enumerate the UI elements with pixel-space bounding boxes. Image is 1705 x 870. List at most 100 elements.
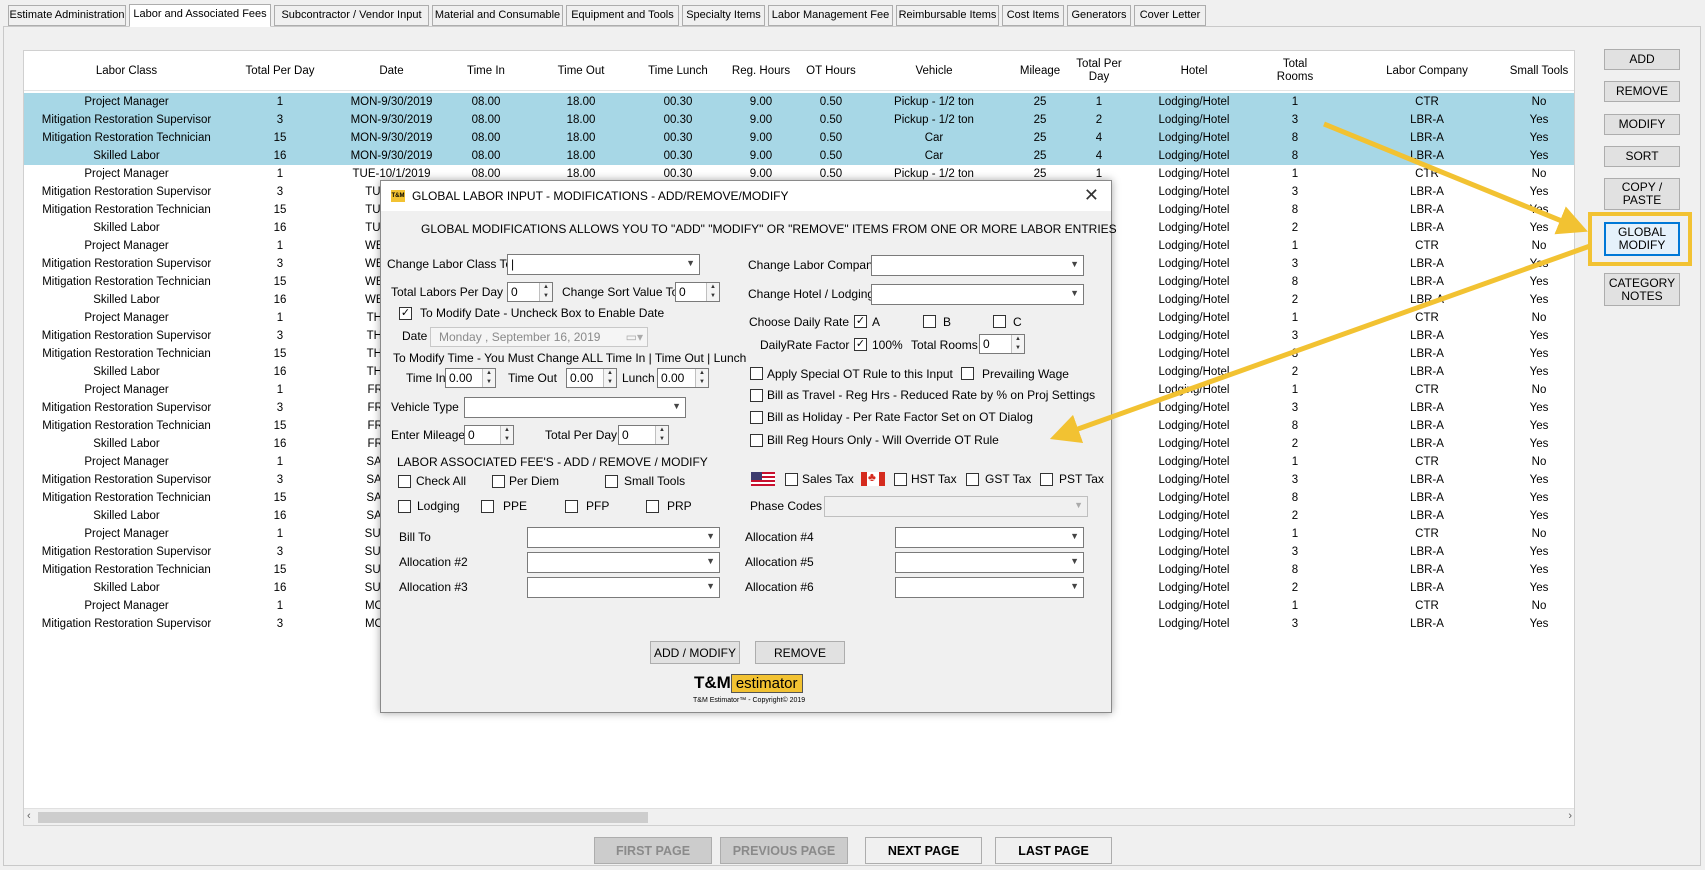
mileage-spinner[interactable]: 0 ▲ ▼ <box>464 425 514 445</box>
previous-page-button[interactable]: PREVIOUS PAGE <box>720 837 848 864</box>
ppe-checkbox[interactable] <box>481 500 494 513</box>
spinner-arrows-icon[interactable]: ▲ ▼ <box>539 283 552 301</box>
global-modify-button[interactable]: GLOBAL MODIFY <box>1604 222 1680 256</box>
dialog-remove-button[interactable]: REMOVE <box>755 641 845 664</box>
rate-c-checkbox[interactable] <box>993 315 1006 328</box>
rate-a-checkbox[interactable]: ✓ <box>854 315 867 328</box>
prevailing-wage-checkbox[interactable] <box>961 367 974 380</box>
modify-date-checkbox[interactable]: ✓ <box>399 307 412 320</box>
prp-checkbox[interactable] <box>646 500 659 513</box>
tab-labor-and-associated-fees[interactable]: Labor and Associated Fees <box>129 4 271 27</box>
total-labors-spinner[interactable]: 0 ▲ ▼ <box>507 282 553 302</box>
scroll-left-icon[interactable]: ‹ <box>27 810 31 822</box>
bill-to-combo[interactable]: ▼ <box>527 527 720 548</box>
last-page-button[interactable]: LAST PAGE <box>995 837 1112 864</box>
spinner-arrows-icon[interactable]: ▲ ▼ <box>706 283 719 301</box>
col-header-total-per-day-2[interactable]: Total Per Day <box>1074 51 1124 91</box>
table-row[interactable]: Skilled Labor 16 MON-9/30/2019 08.00 18.00 00… <box>24 147 1574 165</box>
sort-button[interactable]: SORT <box>1604 146 1680 167</box>
total-rooms-spinner[interactable]: 0 ▲ ▼ <box>979 334 1025 354</box>
pfp-checkbox[interactable] <box>565 500 578 513</box>
rate-factor-checkbox[interactable]: ✓ <box>854 338 867 351</box>
tab-cost-items[interactable]: Cost Items <box>1002 5 1064 26</box>
allocation2-combo[interactable]: ▼ <box>527 552 720 573</box>
col-header-mileage[interactable]: Mileage <box>1014 51 1066 91</box>
tab-estimate-administration[interactable]: Estimate Administration <box>8 5 126 26</box>
table-row[interactable]: Mitigation Restoration Supervisor 3 MON-9/… <box>24 111 1574 129</box>
scrollbar-thumb[interactable] <box>38 812 648 823</box>
table-row[interactable]: Mitigation Restoration Technician 15 MON-9… <box>24 129 1574 147</box>
labor-class-combo[interactable]: | ▼ <box>507 254 700 275</box>
special-ot-checkbox[interactable] <box>750 367 763 380</box>
bill-reg-checkbox[interactable] <box>750 434 763 447</box>
allocation5-combo[interactable]: ▼ <box>895 552 1084 573</box>
col-header-small-tools[interactable]: Small Tools <box>1504 51 1574 91</box>
tab-cover-letter[interactable]: Cover Letter <box>1134 5 1206 26</box>
col-header-ot-hours[interactable]: OT Hours <box>800 51 862 91</box>
copy-paste-button[interactable]: COPY / PASTE <box>1604 178 1680 210</box>
vehicle-type-combo[interactable]: ▼ <box>464 397 686 418</box>
col-header-time-in[interactable]: Time In <box>451 51 521 91</box>
sort-value-spinner[interactable]: 0 ▲ ▼ <box>675 282 720 302</box>
spinner-arrows-icon[interactable]: ▲ ▼ <box>482 369 495 387</box>
cell-reg-hours: 9.00 <box>749 150 773 162</box>
close-icon[interactable]: ✕ <box>1084 185 1099 206</box>
sales-tax-checkbox[interactable] <box>785 473 798 486</box>
modify-button[interactable]: MODIFY <box>1604 114 1680 135</box>
rate-b-checkbox[interactable] <box>923 315 936 328</box>
gst-tax-checkbox[interactable] <box>966 473 979 486</box>
scroll-right-icon[interactable]: › <box>1568 810 1572 822</box>
bill-holiday-checkbox[interactable] <box>750 411 763 424</box>
per-diem-checkbox[interactable] <box>492 475 505 488</box>
col-header-date[interactable]: Date <box>334 51 449 91</box>
date-picker[interactable]: Monday , September 16, 2019 ▭▾ <box>430 327 648 347</box>
bill-travel-checkbox[interactable] <box>750 389 763 402</box>
check-all-checkbox[interactable] <box>398 475 411 488</box>
col-header-labor-company[interactable]: Labor Company <box>1372 51 1482 91</box>
col-header-time-lunch[interactable]: Time Lunch <box>636 51 720 91</box>
col-header-time-out[interactable]: Time Out <box>544 51 618 91</box>
tab-generators[interactable]: Generators <box>1067 5 1131 26</box>
phase-codes-combo[interactable]: ▼ <box>824 496 1088 517</box>
col-header-reg-hours[interactable]: Reg. Hours <box>724 51 798 91</box>
lunch-spinner[interactable]: 0.00 ▲ ▼ <box>657 368 709 388</box>
next-page-button[interactable]: NEXT PAGE <box>865 837 982 864</box>
hotel-combo[interactable]: ▼ <box>871 284 1084 305</box>
spinner-arrows-icon[interactable]: ▲ ▼ <box>603 369 616 387</box>
time-out-spinner[interactable]: 0.00 ▲ ▼ <box>566 368 617 388</box>
spinner-arrows-icon[interactable]: ▲ ▼ <box>500 426 513 444</box>
allocation6-combo[interactable]: ▼ <box>895 577 1084 598</box>
remove-button[interactable]: REMOVE <box>1604 81 1680 102</box>
pst-tax-checkbox[interactable] <box>1040 473 1053 486</box>
table-row[interactable]: Project Manager 1 MON-9/30/2019 08.00 18.00 0… <box>24 93 1574 111</box>
time-in-spinner[interactable]: 0.00 ▲ ▼ <box>445 368 496 388</box>
lodging-checkbox[interactable] <box>398 500 411 513</box>
allocation4-combo[interactable]: ▼ <box>895 527 1084 548</box>
tab-labor-management-fee[interactable]: Labor Management Fee <box>768 5 893 26</box>
tab-equipment-and-tools[interactable]: Equipment and Tools <box>566 5 679 26</box>
labor-company-combo[interactable]: ▼ <box>871 255 1084 276</box>
spinner-arrows-icon[interactable]: ▲ ▼ <box>1011 335 1024 353</box>
small-tools-checkbox[interactable] <box>605 475 618 488</box>
allocation3-combo[interactable]: ▼ <box>527 577 720 598</box>
tab-specialty-items[interactable]: Specialty Items <box>682 5 765 26</box>
total-per-day-spinner[interactable]: 0 ▲ ▼ <box>618 425 669 445</box>
spinner-arrows-icon[interactable]: ▲ ▼ <box>695 369 708 387</box>
add-modify-button[interactable]: ADD / MODIFY <box>650 641 740 664</box>
col-header-vehicle[interactable]: Vehicle <box>874 51 994 91</box>
category-notes-button[interactable]: CATEGORY NOTES <box>1604 273 1680 306</box>
tab-reimbursable-items[interactable]: Reimbursable Items <box>896 5 999 26</box>
first-page-button[interactable]: FIRST PAGE <box>594 837 712 864</box>
hst-tax-checkbox[interactable] <box>894 473 907 486</box>
cell-labor-class: Project Manager <box>84 528 169 540</box>
tab-subcontractor-vendor-input[interactable]: Subcontractor / Vendor Input <box>274 5 429 26</box>
col-header-hotel[interactable]: Hotel <box>1139 51 1249 91</box>
col-header-total-per-day[interactable]: Total Per Day <box>244 51 316 91</box>
add-button[interactable]: ADD <box>1604 49 1680 70</box>
col-header-total-rooms[interactable]: Total Rooms <box>1269 51 1321 91</box>
spinner-arrows-icon[interactable]: ▲ ▼ <box>655 426 668 444</box>
cell-time-lunch: 00.30 <box>663 114 693 126</box>
tab-material-and-consumable[interactable]: Material and Consumable <box>432 5 563 26</box>
horizontal-scrollbar[interactable]: ‹ › <box>24 808 1574 825</box>
col-header-labor-class[interactable]: Labor Class <box>24 51 229 91</box>
